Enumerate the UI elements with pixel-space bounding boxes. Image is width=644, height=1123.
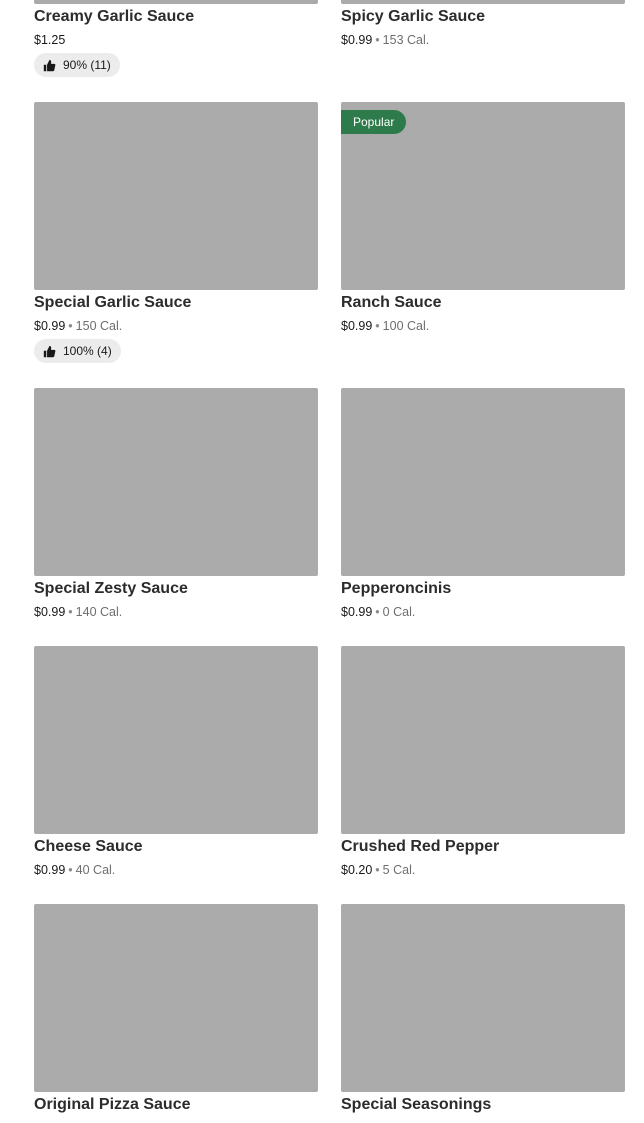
menu-item-name: Pepperoncinis	[341, 580, 452, 597]
menu-item-meta: $0.99 • 150 Cal.	[34, 319, 122, 333]
separator: •	[68, 863, 73, 877]
menu-item-calories: 40 Cal.	[75, 863, 116, 877]
menu-item-meta: $0.99 • 100 Cal.	[341, 319, 429, 333]
menu-item-name: Spicy Garlic Sauce	[341, 8, 486, 25]
menu-item-calories: 140 Cal.	[75, 605, 123, 619]
menu-item-meta: $0.99 • 40 Cal.	[34, 863, 115, 877]
separator: •	[375, 605, 380, 619]
rating-pill: 100% (4)	[34, 339, 121, 363]
menu-item-name: Cheese Sauce	[34, 838, 143, 855]
menu-item-calories: 100 Cal.	[382, 319, 430, 333]
menu-item-image[interactable]	[34, 904, 318, 1092]
menu-item-calories: 0 Cal.	[382, 605, 416, 619]
rating-text: 100% (4)	[63, 344, 112, 358]
thumbs-up-icon	[43, 59, 56, 71]
menu-item-price: $0.99	[34, 605, 66, 619]
menu-item-meta: $0.99 • 153 Cal.	[341, 33, 429, 47]
menu-item-name: Crushed Red Pepper	[341, 838, 500, 855]
menu-item-meta: $0.99 • 0 Cal.	[341, 605, 415, 619]
menu-item-name: Special Seasonings	[341, 1096, 492, 1113]
menu-item-name: Special Zesty Sauce	[34, 580, 188, 597]
menu-item-price: $0.99	[341, 33, 373, 47]
menu-item-calories: 5 Cal.	[382, 863, 416, 877]
menu-item-price: $0.99	[34, 863, 66, 877]
menu-item-image[interactable]	[341, 904, 625, 1092]
menu-item-meta: $1.25	[34, 33, 65, 47]
menu-item-name: Original Pizza Sauce	[34, 1096, 191, 1113]
menu-item-image[interactable]	[34, 0, 318, 4]
menu-item-price: $0.20	[341, 863, 373, 877]
rating-pill: 90% (11)	[34, 53, 120, 77]
menu-item-calories: 153 Cal.	[382, 33, 430, 47]
rating-text: 90% (11)	[63, 58, 111, 72]
separator: •	[375, 33, 380, 47]
popular-badge: Popular	[341, 110, 407, 134]
menu-item-meta: $0.99 • 140 Cal.	[34, 605, 122, 619]
menu-item-price: $0.99	[34, 319, 66, 333]
menu-item-image[interactable]	[341, 388, 625, 576]
menu-item-image[interactable]	[34, 646, 318, 834]
menu-item-image[interactable]	[341, 0, 625, 4]
menu-item-price: $0.99	[341, 319, 373, 333]
menu-item-name: Ranch Sauce	[341, 294, 442, 311]
menu-item-meta: $0.20 • 5 Cal.	[341, 863, 415, 877]
separator: •	[375, 319, 380, 333]
menu-item-image[interactable]	[341, 646, 625, 834]
menu-item-name: Creamy Garlic Sauce	[34, 8, 195, 25]
menu-item-calories: 150 Cal.	[75, 319, 123, 333]
separator: •	[68, 319, 73, 333]
separator: •	[375, 863, 380, 877]
menu-item-price: $1.25	[34, 33, 66, 47]
menu-item-price: $0.99	[341, 605, 373, 619]
thumbs-up-icon	[43, 345, 56, 357]
separator: •	[68, 605, 73, 619]
menu-item-image[interactable]	[34, 102, 318, 290]
menu-item-image[interactable]	[34, 388, 318, 576]
menu-item-name: Special Garlic Sauce	[34, 294, 192, 311]
